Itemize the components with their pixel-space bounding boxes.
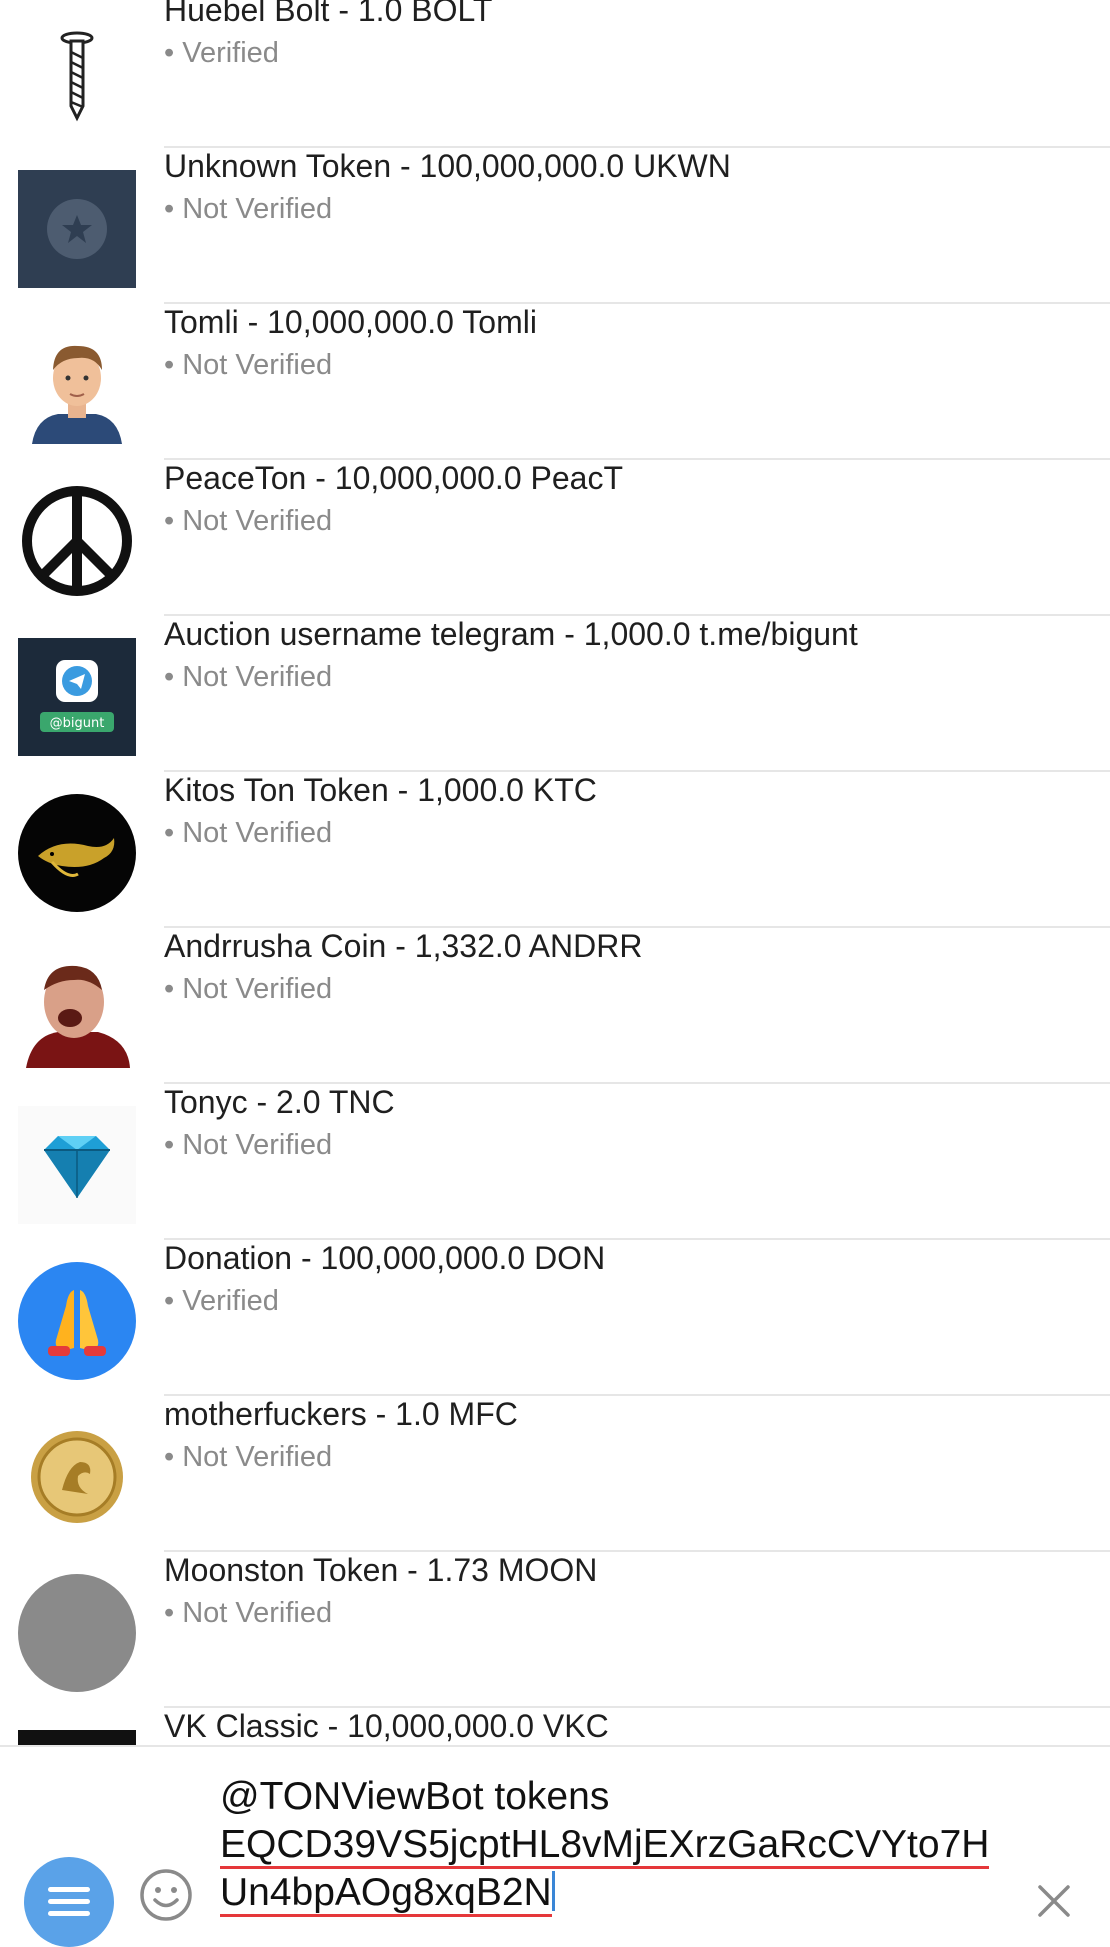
menu-icon [48,1887,90,1892]
token-title: Donation - 100,000,000.0 DON [164,1240,606,1276]
close-icon [1038,1885,1070,1917]
grey-circle-icon [18,1574,136,1692]
emoji-button[interactable] [138,1867,194,1923]
bot-menu-button[interactable] [24,1857,114,1947]
peace-sign-icon [18,482,136,600]
token-title: Huebel Bolt - 1.0 BOLT [164,0,493,28]
star-placeholder-icon [18,170,136,288]
diamond-icon [18,1106,136,1224]
token-row[interactable]: Kitos Ton Token - 1,000.0 KTC • Not Veri… [0,772,1110,928]
bolt-screw-icon [18,14,136,132]
photo-person-icon [18,950,136,1068]
verification-status: • Not Verified [164,349,333,381]
token-row[interactable]: @bigunt Auction username telegram - 1,00… [0,616,1110,772]
input-line-wrapper: Un4bpAOg8xqB2N [220,1869,1000,1917]
golden-whale-icon [18,794,136,912]
token-title: Moonston Token - 1.73 MOON [164,1552,598,1588]
token-row[interactable]: Moonston Token - 1.73 MOON • Not Verifie… [0,1552,1110,1708]
verification-status: • Verified [164,1285,279,1317]
message-composer: @TONViewBot tokens EQCD39VS5jcptHL8vMjEX… [0,1745,1110,1947]
gold-coin-icon [18,1418,136,1536]
verification-status: • Not Verified [164,1597,333,1629]
input-line: @TONViewBot tokens [220,1775,610,1818]
clear-input-button[interactable] [1036,1883,1072,1919]
menu-icon [48,1911,90,1916]
token-row[interactable]: Andrrusha Coin - 1,332.0 ANDRR • Not Ver… [0,928,1110,1084]
token-title: Tonyc - 2.0 TNC [164,1084,395,1120]
token-row[interactable]: Tonyc - 2.0 TNC • Not Verified [0,1084,1110,1240]
verification-status: • Not Verified [164,1129,333,1161]
verification-status: • Not Verified [164,505,333,537]
praying-hands-icon [18,1262,136,1380]
message-input[interactable]: @TONViewBot tokens EQCD39VS5jcptHL8vMjEX… [220,1773,1000,1917]
input-line-wrapper: EQCD39VS5jcptHL8vMjEXrzGaRcCVYto7H [220,1821,1000,1869]
smiley-icon [140,1869,192,1921]
text-caret [551,1871,555,1911]
token-title: Kitos Ton Token - 1,000.0 KTC [164,772,597,808]
bigunt-badge-text: @bigunt [50,716,105,731]
token-row[interactable]: PeaceTon - 10,000,000.0 PeacT • Not Veri… [0,460,1110,616]
token-title: Unknown Token - 100,000,000.0 UKWN [164,148,731,184]
verification-status: • Not Verified [164,817,333,849]
telegram-bigunt-icon: @bigunt [18,638,136,756]
verification-status: • Not Verified [164,193,333,225]
token-title: Tomli - 10,000,000.0 Tomli [164,304,537,340]
verification-status: • Not Verified [164,973,333,1005]
verification-status: • Not Verified [164,661,333,693]
input-line: EQCD39VS5jcptHL8vMjEXrzGaRcCVYto7H [220,1823,990,1869]
menu-icon [48,1899,90,1904]
input-line: Un4bpAOg8xqB2N [220,1871,552,1917]
token-row[interactable]: Huebel Bolt - 1.0 BOLT • Verified [0,0,1110,148]
token-row[interactable]: Donation - 100,000,000.0 DON • Verified [0,1240,1110,1396]
token-row[interactable]: motherfuckers - 1.0 MFC • Not Verified [0,1396,1110,1552]
avatar-man-icon [18,326,136,444]
token-title: VK Classic - 10,000,000.0 VKC [164,1708,609,1744]
token-row[interactable]: Unknown Token - 100,000,000.0 UKWN • Not… [0,148,1110,304]
token-title: motherfuckers - 1.0 MFC [164,1396,518,1432]
token-row[interactable]: Tomli - 10,000,000.0 Tomli • Not Verifie… [0,304,1110,460]
token-title: Auction username telegram - 1,000.0 t.me… [164,616,858,652]
token-title: PeaceTon - 10,000,000.0 PeacT [164,460,623,496]
verification-status: • Verified [164,37,279,69]
token-title: Andrrusha Coin - 1,332.0 ANDRR [164,928,643,964]
verification-status: • Not Verified [164,1441,333,1473]
